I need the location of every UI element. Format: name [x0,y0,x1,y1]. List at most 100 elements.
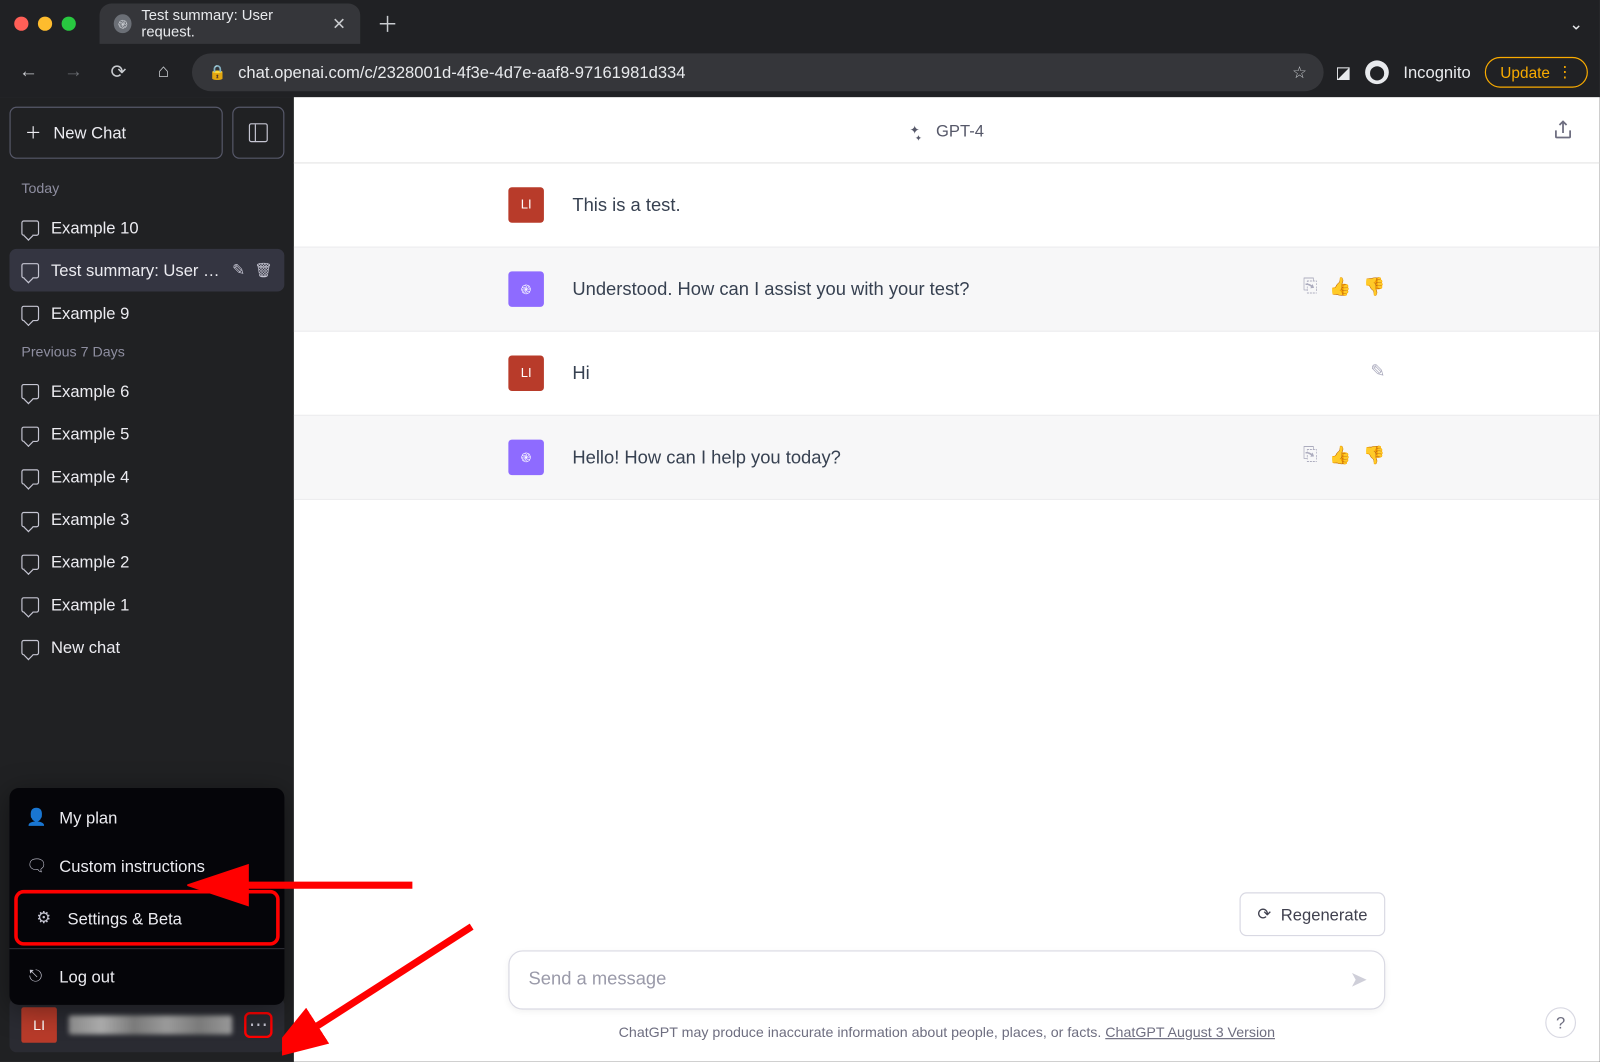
profile-row[interactable]: LI ⋯ [9,998,284,1053]
browser-chrome: ֎ Test summary: User request. ✕ ＋ ⌄ ← → … [0,0,1600,97]
chat-icon [21,554,39,569]
nav-back-button[interactable]: ← [12,62,45,83]
browser-tab[interactable]: ֎ Test summary: User request. ✕ [100,4,361,44]
gear-icon: ⚙ [34,908,53,928]
bot-avatar-icon: ֎ [508,440,544,476]
disclaimer: ChatGPT may produce inaccurate informati… [508,1024,1385,1041]
person-icon: 👤 [26,807,45,827]
thumbs-up-icon[interactable]: 👍 [1329,444,1351,475]
sparkle-icon [910,120,927,139]
message-assistant: ֎ Understood. How can I assist you with … [294,246,1600,331]
message-text: This is a test. [572,187,1356,223]
nav-reload-button[interactable]: ⟳ [102,60,135,84]
incognito-label: Incognito [1403,63,1470,82]
extensions-icon[interactable]: ◪ [1336,62,1352,82]
chat-item[interactable]: Example 2 [9,540,284,583]
logout-icon: ⎋ [26,966,45,986]
chat-item[interactable]: Example 6 [9,370,284,413]
message-text: Understood. How can I assist you with yo… [572,271,1274,307]
regenerate-label: Regenerate [1281,905,1368,924]
regenerate-button[interactable]: ⟳ Regenerate [1240,892,1386,936]
incognito-icon: ⬤ [1365,60,1389,84]
copy-icon[interactable]: ⎘ [1303,444,1317,475]
update-label: Update [1500,63,1550,81]
message-input[interactable] [529,969,1328,990]
avatar: LI [21,1007,57,1043]
chat-icon [21,426,39,441]
menu-separator [9,948,284,949]
chat-item[interactable]: Example 10 [9,206,284,249]
refresh-icon: ⟳ [1257,904,1271,924]
chat-item[interactable]: Example 9 [9,292,284,335]
disclaimer-text: ChatGPT may produce inaccurate informati… [619,1024,1106,1041]
menu-custom-instructions[interactable]: 🗨 Custom instructions [9,841,284,890]
user-menu: 👤 My plan 🗨 Custom instructions ⚙ Settin… [9,788,284,1005]
chat-title: Example 10 [51,218,273,237]
conversation: LI This is a test. ֎ Understood. How can… [294,164,1600,501]
minimize-window-icon[interactable] [38,17,52,31]
collapse-sidebar-button[interactable] [232,107,284,159]
chat-icon [21,220,39,235]
rename-icon[interactable] [232,261,245,280]
chat-title: Example 6 [51,382,273,401]
chat-title: Example 1 [51,595,273,614]
update-button[interactable]: Update ⋮ [1485,57,1588,88]
tab-favicon-icon: ֎ [114,14,132,33]
avatar: LI [508,187,544,223]
section-today: Today [9,171,284,207]
chat-title: Example 3 [51,510,273,529]
nav-forward-button: → [57,62,90,83]
conversation-header: GPT-4 [294,97,1600,163]
chat-item[interactable]: Example 3 [9,498,284,541]
thumbs-up-icon[interactable]: 👍 [1329,276,1351,307]
share-button[interactable] [1550,117,1576,143]
edit-icon[interactable]: ✎ [1370,360,1385,391]
chat-item[interactable]: New chat [9,626,284,669]
message-user: LI Hi ✎ [294,332,1600,415]
menu-settings-beta[interactable]: ⚙ Settings & Beta [14,890,279,946]
sidebar: ＋ New Chat Today Example 10 Test summary… [0,97,294,1062]
kebab-icon[interactable]: ⋮ [1557,63,1572,82]
chat-title: Test summary: User req [51,261,220,280]
chat-title: New chat [51,638,273,657]
menu-my-plan[interactable]: 👤 My plan [9,793,284,842]
chat-title: Example 9 [51,303,273,322]
main-panel: GPT-4 LI This is a test. ֎ Understood. H… [294,97,1600,1062]
chat-title: Example 5 [51,424,273,443]
new-tab-button[interactable]: ＋ [370,4,406,44]
thumbs-down-icon[interactable]: 👎 [1363,444,1385,475]
message-user: LI This is a test. [294,164,1600,247]
chat-item[interactable]: Example 5 [9,412,284,455]
tabs-overflow-icon[interactable]: ⌄ [1569,14,1583,34]
maximize-window-icon[interactable] [62,17,76,31]
chat-item[interactable]: Example 1 [9,583,284,626]
message-input-box[interactable]: ➤ [508,950,1385,1009]
thumbs-down-icon[interactable]: 👎 [1363,276,1385,307]
tab-title: Test summary: User request. [141,7,322,40]
new-chat-label: New Chat [53,123,126,142]
new-chat-button[interactable]: ＋ New Chat [9,107,222,159]
close-window-icon[interactable] [14,17,28,31]
delete-icon[interactable] [254,261,272,280]
section-prev7: Previous 7 Days [9,334,284,370]
chat-title: Example 2 [51,552,273,571]
more-menu-button[interactable]: ⋯ [244,1012,272,1038]
address-bar[interactable]: 🔒 chat.openai.com/c/2328001d-4f3e-4d7e-a… [192,53,1324,91]
send-icon[interactable]: ➤ [1350,968,1368,993]
help-button[interactable]: ? [1545,1007,1576,1038]
bookmark-star-icon[interactable]: ☆ [1292,62,1307,82]
chat-settings-icon: 🗨 [26,856,45,876]
chat-item-active[interactable]: Test summary: User req [9,249,284,292]
window-controls[interactable] [14,17,76,31]
chat-icon [21,511,39,526]
tab-close-icon[interactable]: ✕ [332,14,346,34]
lock-icon: 🔒 [209,64,227,81]
plus-icon: ＋ [25,121,42,145]
message-text: Hi [572,355,1342,391]
copy-icon[interactable]: ⎘ [1303,276,1317,307]
chat-item[interactable]: Example 4 [9,455,284,498]
menu-log-out[interactable]: ⎋ Log out [9,952,284,1001]
nav-home-button[interactable]: ⌂ [147,62,180,83]
disclaimer-version-link[interactable]: ChatGPT August 3 Version [1105,1024,1275,1041]
menu-label: Custom instructions [59,856,205,875]
